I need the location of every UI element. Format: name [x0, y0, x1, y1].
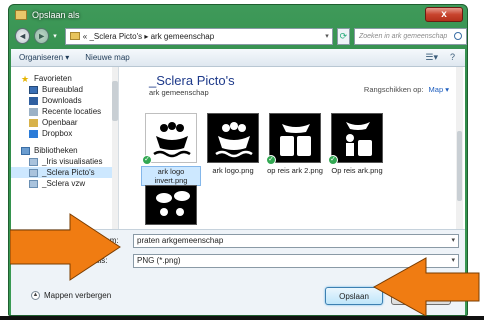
library-icon — [29, 168, 38, 177]
folder-icon — [69, 32, 80, 40]
recent-pages-dropdown-icon[interactable]: ▾ — [53, 32, 61, 40]
arrange-by: Rangschikken op: Map ▾ — [364, 85, 449, 94]
sidebar-item-downloads[interactable]: Downloads — [11, 95, 118, 106]
library-subtitle: ark gemeenschap — [149, 88, 209, 97]
library-title: _Sclera Picto's — [149, 73, 235, 88]
file-list-scrollbar[interactable] — [456, 67, 463, 229]
public-folder-icon — [29, 118, 38, 127]
ark-pictogram-image — [207, 113, 259, 163]
sidebar-item-label: Favorieten — [34, 74, 72, 83]
sidebar-item-public[interactable]: Openbaar — [11, 117, 118, 128]
libraries-icon — [21, 146, 30, 155]
address-dropdown-icon[interactable]: ▾ — [325, 32, 329, 40]
sidebar-item-iris[interactable]: _Iris visualisaties — [11, 156, 118, 167]
sidebar-item-sclera-vzw[interactable]: _Sclera vzw — [11, 178, 118, 189]
arrow-pointer-right — [372, 257, 480, 317]
sidebar-item-libraries[interactable]: Bibliotheken — [11, 145, 118, 156]
sync-check-icon: ✓ — [266, 155, 276, 165]
back-button[interactable]: ◄ — [15, 28, 31, 44]
arrow-pointer-left — [10, 213, 121, 281]
chevron-up-icon: ▲ — [31, 291, 40, 300]
downloads-icon — [29, 96, 38, 105]
desktop-icon — [29, 85, 38, 94]
recent-icon — [29, 107, 38, 116]
travel-ark-image — [269, 113, 321, 163]
sidebar-item-label: Bibliotheken — [34, 146, 78, 155]
star-icon: ★ — [21, 73, 30, 84]
hide-folders-label: Mappen verbergen — [44, 291, 112, 300]
search-icon[interactable] — [454, 31, 462, 40]
folder-app-icon — [15, 10, 27, 20]
sidebar-item-recent[interactable]: Recente locaties — [11, 106, 118, 117]
sync-check-icon: ✓ — [328, 155, 338, 165]
talking-people-image — [145, 185, 197, 225]
close-button[interactable]: x — [425, 7, 463, 22]
dropbox-icon — [29, 129, 38, 138]
command-bar: Organiseren ▾ Nieuwe map ☰▾ ? — [11, 49, 465, 67]
travel-ark-image — [331, 113, 383, 163]
filename-value: praten arkgemeenschap — [137, 236, 224, 245]
search-input[interactable]: Zoeken in ark gemeenschap — [353, 27, 467, 45]
sync-check-icon: ✓ — [142, 155, 152, 165]
sidebar-item-label: Dropbox — [42, 129, 73, 138]
sidebar-item-dropbox[interactable]: Dropbox — [11, 128, 118, 139]
file-name: Op reis ark.png — [331, 166, 383, 175]
view-icon[interactable]: ☰▾ — [425, 52, 438, 63]
sidebar-item-sclera-pictos[interactable]: _Sclera Picto's — [11, 167, 118, 178]
screen-bottom-edge — [0, 316, 484, 320]
screenshot-stage: Opslaan als x ◄ ► ▾ « _Sclera Picto's ▸ … — [0, 0, 484, 320]
sidebar-item-label: _Sclera Picto's — [42, 168, 95, 177]
arrange-label: Rangschikken op: — [363, 85, 424, 94]
library-icon — [29, 157, 38, 166]
ark-pictogram-image — [145, 113, 197, 163]
help-icon[interactable]: ? — [450, 52, 455, 63]
title-bar[interactable]: Opslaan als x — [9, 5, 467, 25]
sidebar-item-label: Downloads — [42, 96, 82, 105]
sidebar-item-label: _Sclera vzw — [42, 179, 86, 188]
navigation-row: ◄ ► ▾ « _Sclera Picto's ▸ ark gemeenscha… — [9, 25, 467, 47]
refresh-button[interactable]: ⟳ — [336, 27, 350, 45]
filename-field[interactable]: praten arkgemeenschap ▾ — [133, 234, 459, 248]
file-name: ark logo.png — [212, 166, 254, 175]
filetype-value: PNG (*.png) — [137, 256, 181, 265]
sidebar-item-label: _Iris visualisaties — [42, 157, 103, 166]
navigation-pane: ★ Favorieten Bureaublad Downloads Recent… — [11, 67, 119, 229]
sidebar-scrollbar[interactable] — [112, 67, 118, 229]
hide-folders-toggle[interactable]: ▲ Mappen verbergen — [31, 291, 111, 300]
address-bar[interactable]: « _Sclera Picto's ▸ ark gemeenschap ▾ — [64, 27, 333, 45]
file-list-pane: _Sclera Picto's ark gemeenschap Rangschi… — [121, 67, 465, 229]
file-name: op reis ark 2.png — [267, 166, 323, 175]
library-icon — [29, 179, 38, 188]
sidebar-item-label: Openbaar — [42, 118, 78, 127]
window-title: Opslaan als — [32, 10, 80, 20]
arrange-dropdown[interactable]: Map ▾ — [429, 85, 449, 94]
content-area: ★ Favorieten Bureaublad Downloads Recent… — [11, 67, 465, 229]
forward-button[interactable]: ► — [34, 28, 50, 44]
sidebar-item-label: Bureaublad — [42, 85, 83, 94]
file-name: ark logo invert.png — [141, 166, 201, 186]
breadcrumb[interactable]: « _Sclera Picto's ▸ ark gemeenschap — [83, 32, 214, 41]
organize-button[interactable]: Organiseren ▾ — [19, 53, 69, 62]
sidebar-item-desktop[interactable]: Bureaublad — [11, 84, 118, 95]
search-placeholder: Zoeken in ark gemeenschap — [358, 32, 448, 40]
new-folder-button[interactable]: Nieuwe map — [85, 53, 129, 62]
filename-dropdown-icon[interactable]: ▾ — [451, 235, 455, 247]
sidebar-item-label: Recente locaties — [42, 107, 102, 116]
sidebar-item-favorites[interactable]: ★ Favorieten — [11, 73, 118, 84]
